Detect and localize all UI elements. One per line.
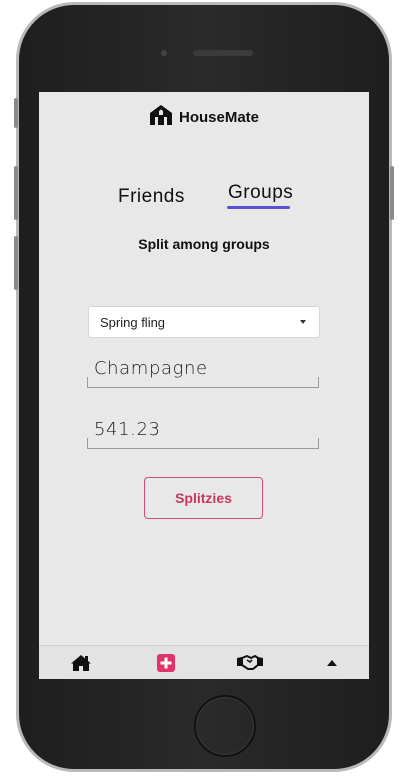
caret-down-icon [300, 320, 306, 324]
mute-switch [14, 98, 18, 128]
power-button [390, 166, 394, 220]
earpiece-speaker [193, 50, 253, 56]
app-screen: HouseMate Friends Groups Split among gro… [39, 92, 369, 679]
volume-up-button [14, 166, 18, 220]
amount-input[interactable] [94, 419, 309, 440]
group-select-value: Spring fling [100, 314, 166, 330]
item-name-field[interactable] [87, 356, 319, 388]
tab-groups[interactable]: Groups [228, 182, 293, 204]
housemate-logo-icon [149, 104, 173, 131]
page-subtitle: Split among groups [138, 236, 270, 252]
app-name: HouseMate [178, 109, 260, 126]
app-header: HouseMate [39, 104, 369, 131]
home-button[interactable] [194, 695, 256, 757]
caret-up-icon[interactable] [320, 652, 344, 674]
add-icon[interactable] [154, 652, 178, 674]
item-name-input[interactable] [94, 358, 309, 379]
volume-down-button [14, 236, 18, 290]
group-select[interactable]: Spring fling [88, 306, 320, 338]
home-icon[interactable] [69, 652, 93, 674]
splitzies-button[interactable]: Splitzies [144, 477, 263, 519]
handshake-icon[interactable] [236, 652, 264, 674]
bottom-navigation [39, 645, 369, 679]
front-camera [161, 50, 167, 56]
amount-field[interactable] [87, 417, 319, 449]
tab-friends[interactable]: Friends [118, 186, 185, 208]
active-tab-indicator [227, 206, 290, 209]
